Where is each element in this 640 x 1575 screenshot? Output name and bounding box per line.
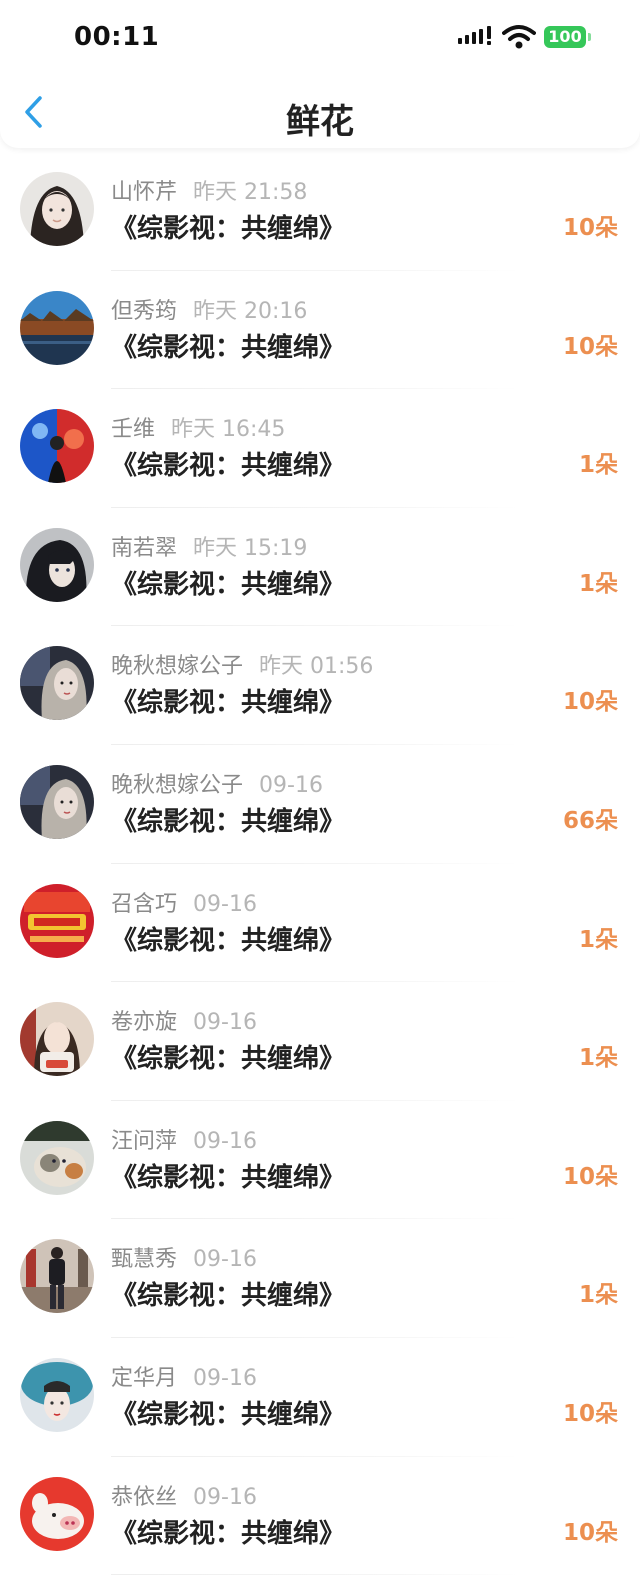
book-title: 《综影视：共缠绵》: [111, 1044, 346, 1075]
gift-time: 昨天 21:58: [193, 180, 308, 205]
status-bar: 00:11 100: [0, 0, 640, 74]
list-item[interactable]: 甄慧秀 09-16 《综影视：共缠绵》 1朵: [0, 1219, 640, 1338]
list-item[interactable]: 召含巧 09-16 《综影视：共缠绵》 1朵: [0, 864, 640, 983]
book-title: 《综影视：共缠绵》: [111, 214, 346, 244]
gift-time: 昨天 01:56: [259, 654, 374, 680]
flower-amount: 10朵: [562, 215, 618, 241]
user-name: 南若翠: [111, 535, 178, 561]
user-name: 定华月: [111, 1365, 178, 1391]
book-title: 《综影视：共缠绵》: [111, 688, 346, 719]
flower-amount: 10朵: [562, 1163, 618, 1190]
list-item[interactable]: 恭依丝 09-16 《综影视：共缠绵》 10朵: [0, 1457, 640, 1575]
item-meta: 卷亦旋 09-16: [111, 1004, 257, 1036]
avatar-man-standing[interactable]: [20, 1239, 94, 1314]
avatar-red-blue-art[interactable]: [20, 409, 94, 484]
header: 00:11 100 鲜花: [0, 0, 640, 148]
list-item[interactable]: 卷亦旋 09-16 《综影视：共缠绵》 1朵: [0, 982, 640, 1101]
signal-icon: [458, 26, 491, 45]
user-name: 恭依丝: [111, 1484, 178, 1510]
item-meta: 壬维 昨天 16:45: [111, 411, 285, 443]
list-item[interactable]: 山怀芹 昨天 21:58 《综影视：共缠绵》 10朵: [0, 152, 640, 271]
gift-time: 09-16: [193, 1128, 257, 1154]
avatar-lake-landscape[interactable]: [20, 290, 94, 365]
user-name: 汪问萍: [111, 1128, 178, 1154]
avatar-red-poster[interactable]: [20, 883, 94, 958]
list-item[interactable]: 南若翠 昨天 15:19 《综影视：共缠绵》 1朵: [0, 508, 640, 627]
item-meta: 晚秋想嫁公子 昨天 01:56: [111, 648, 373, 680]
user-name: 山怀芹: [111, 180, 178, 205]
flower-amount: 1朵: [578, 926, 618, 953]
gift-time: 昨天 16:45: [171, 417, 286, 443]
user-name: 但秀筠: [111, 298, 178, 324]
nav-bar: 鲜花: [0, 74, 640, 148]
user-name: 壬维: [111, 417, 156, 443]
flower-amount: 1朵: [578, 1282, 618, 1309]
avatar-girl-photo[interactable]: [20, 1002, 94, 1077]
book-title: 《综影视：共缠绵》: [111, 569, 346, 600]
list-item[interactable]: 晚秋想嫁公子 昨天 01:56 《综影视：共缠绵》 10朵: [0, 626, 640, 745]
avatar-woman-portrait[interactable]: [20, 764, 94, 839]
list-item[interactable]: 但秀筠 昨天 20:16 《综影视：共缠绵》 10朵: [0, 271, 640, 390]
item-meta: 但秀筠 昨天 20:16: [111, 293, 307, 325]
avatar-woman-hat[interactable]: [20, 1357, 94, 1432]
avatar-anime-girl[interactable]: [20, 527, 94, 602]
avatar-cat-photo[interactable]: [20, 1120, 94, 1195]
gift-time: 09-16: [193, 891, 257, 917]
flower-amount: 10朵: [562, 333, 618, 360]
book-title: 《综影视：共缠绵》: [111, 1162, 346, 1193]
user-name: 卷亦旋: [111, 1010, 178, 1036]
list-item[interactable]: 汪问萍 09-16 《综影视：共缠绵》 10朵: [0, 1101, 640, 1220]
wifi-icon: [502, 25, 536, 49]
flower-amount: 66朵: [562, 807, 618, 834]
gift-time: 昨天 15:19: [193, 535, 308, 561]
item-meta: 定华月 09-16: [111, 1360, 257, 1392]
battery-icon: 100: [544, 26, 591, 48]
gift-time: 09-16: [193, 1484, 257, 1510]
item-meta: 召含巧 09-16: [111, 886, 257, 918]
item-meta: 汪问萍 09-16: [111, 1123, 257, 1155]
avatar-woman-portrait[interactable]: [20, 646, 94, 721]
flower-amount: 1朵: [578, 452, 618, 479]
item-meta: 晚秋想嫁公子 09-16: [111, 767, 323, 799]
book-title: 《综影视：共缠绵》: [111, 451, 346, 482]
status-time: 00:11: [74, 22, 160, 52]
book-title: 《综影视：共缠绵》: [111, 332, 346, 363]
gift-time: 09-16: [193, 1010, 257, 1036]
user-name: 甄慧秀: [111, 1247, 178, 1273]
item-meta: 恭依丝 09-16: [111, 1479, 257, 1511]
book-title: 《综影视：共缠绵》: [111, 1518, 346, 1549]
user-name: 晚秋想嫁公子: [111, 654, 244, 680]
gift-time: 09-16: [259, 772, 323, 798]
user-name: 晚秋想嫁公子: [111, 772, 244, 798]
book-title: 《综影视：共缠绵》: [111, 806, 346, 837]
list-item[interactable]: 晚秋想嫁公子 09-16 《综影视：共缠绵》 66朵: [0, 745, 640, 864]
item-meta: 南若翠 昨天 15:19: [111, 530, 307, 562]
flower-amount: 10朵: [562, 689, 618, 716]
flower-amount: 1朵: [578, 570, 618, 597]
gift-time: 09-16: [193, 1247, 257, 1273]
gift-time: 昨天 20:16: [193, 298, 308, 324]
avatar-girl-portrait[interactable]: [20, 172, 94, 246]
flower-amount: 10朵: [562, 1400, 618, 1427]
list-item[interactable]: 壬维 昨天 16:45 《综影视：共缠绵》 1朵: [0, 389, 640, 508]
item-meta: 甄慧秀 09-16: [111, 1241, 257, 1273]
avatar-pig-toy[interactable]: [20, 1476, 94, 1551]
gift-time: 09-16: [193, 1365, 257, 1391]
book-title: 《综影视：共缠绵》: [111, 925, 346, 956]
book-title: 《综影视：共缠绵》: [111, 1281, 346, 1312]
item-meta: 山怀芹 昨天 21:58: [111, 174, 307, 206]
page-title: 鲜花: [286, 102, 354, 142]
user-name: 召含巧: [111, 891, 178, 917]
flower-amount: 10朵: [562, 1519, 618, 1546]
flower-amount: 1朵: [578, 1045, 618, 1072]
book-title: 《综影视：共缠绵》: [111, 1399, 346, 1430]
flower-record-list: 山怀芹 昨天 21:58 《综影视：共缠绵》 10朵 但秀筠 昨天 20:16 《综…: [0, 152, 640, 1575]
list-item[interactable]: 定华月 09-16 《综影视：共缠绵》 10朵: [0, 1338, 640, 1457]
